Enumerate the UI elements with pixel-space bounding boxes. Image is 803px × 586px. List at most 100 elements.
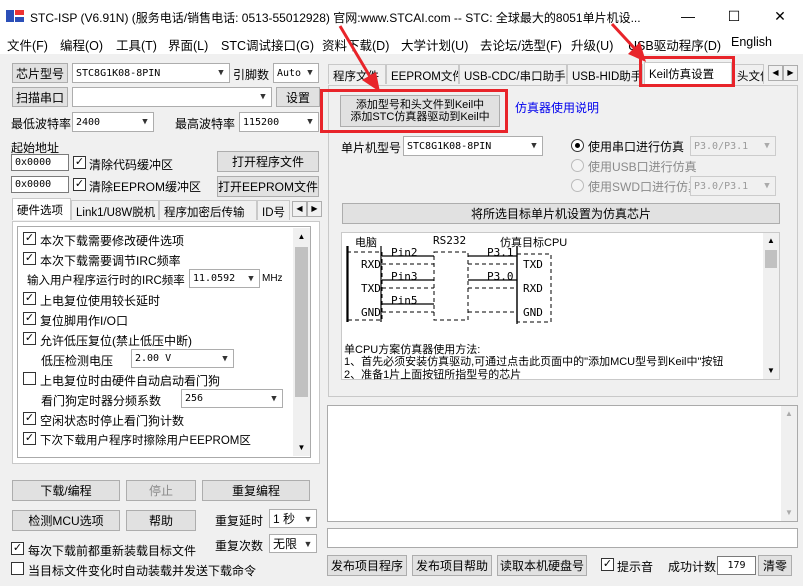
port-select[interactable]: ▼ bbox=[72, 87, 272, 107]
repeat-delay-select[interactable]: 1 秒 ▼ bbox=[269, 509, 317, 528]
tab-scroll-arrows[interactable]: ◀ ▶ bbox=[768, 65, 798, 81]
diagram-scrollbar[interactable]: ▲ ▼ bbox=[763, 233, 779, 379]
status-input[interactable] bbox=[327, 528, 798, 548]
download-program-button[interactable]: 下载/编程 bbox=[12, 480, 120, 501]
chevron-up-icon[interactable]: ▲ bbox=[781, 406, 797, 422]
max-baud-select[interactable]: 115200 ▼ bbox=[239, 112, 319, 132]
chip-model-value: STC8G1K08-8PIN bbox=[76, 67, 161, 79]
log-scrollbar[interactable]: ▲ ▼ bbox=[781, 406, 797, 521]
eeprom-address-input[interactable]: 0x0000 bbox=[11, 176, 69, 193]
min-baud-select[interactable]: 2400 ▼ bbox=[72, 112, 154, 132]
swd-emulation-radio[interactable] bbox=[571, 179, 584, 192]
publish-program-button[interactable]: 发布项目程序 bbox=[327, 555, 407, 576]
chevron-down-icon: ▼ bbox=[764, 141, 770, 151]
irc-select[interactable]: 11.0592 ▼ bbox=[189, 269, 260, 288]
help-button[interactable]: 帮助 bbox=[126, 510, 196, 531]
serial-emulation-radio[interactable] bbox=[571, 139, 584, 152]
tab-encrypted-transfer[interactable]: 程序加密后传输 bbox=[159, 200, 257, 220]
option-checkbox[interactable]: ✓ bbox=[23, 412, 36, 425]
read-disk-button[interactable]: 读取本机硬盘号 bbox=[497, 555, 587, 576]
chevron-down-icon[interactable]: ▼ bbox=[293, 439, 310, 456]
watchdog-select[interactable]: 256 ▼ bbox=[181, 389, 283, 408]
option-checkbox[interactable]: ✓ bbox=[23, 312, 36, 325]
tab-usb-cdc[interactable]: USB-CDC/串口助手 bbox=[459, 64, 567, 84]
tab-link1-offline[interactable]: Link1/U8W脱机 bbox=[71, 200, 159, 220]
repeat-delay-value: 1 秒 bbox=[273, 512, 296, 526]
minimize-button[interactable]: — bbox=[665, 0, 711, 32]
tab-scroll-arrows[interactable]: ◀ ▶ bbox=[292, 201, 322, 217]
option-label: 允许低压复位(禁止低压中断) bbox=[40, 334, 192, 348]
scrollbar-thumb[interactable] bbox=[295, 247, 308, 397]
low-voltage-select[interactable]: 2.00 V ▼ bbox=[131, 349, 234, 368]
option-checkbox[interactable]: ✓ bbox=[23, 232, 36, 245]
option-checkbox[interactable]: ✓ bbox=[23, 432, 36, 445]
pin-count-value: Auto bbox=[277, 67, 302, 79]
option-checkbox[interactable]: ✓ bbox=[23, 332, 36, 345]
menu-tools[interactable]: 工具(T) bbox=[116, 35, 157, 54]
repeat-program-button[interactable]: 重复编程 bbox=[202, 480, 310, 501]
open-eeprom-button[interactable]: 打开EEPROM文件 bbox=[217, 176, 319, 197]
settings-button[interactable]: 设置 bbox=[276, 87, 320, 107]
title-bar: STC-ISP (V6.91N) (服务电话/销售电话: 0513-550129… bbox=[0, 0, 803, 32]
reload-checkbox[interactable]: ✓ bbox=[11, 542, 24, 555]
menu-interface[interactable]: 界面(L) bbox=[168, 35, 208, 54]
tab-id-number[interactable]: ID号 bbox=[257, 200, 290, 220]
chevron-down-icon: ▼ bbox=[142, 117, 148, 127]
chip-model-select[interactable]: STC8G1K08-8PIN ▼ bbox=[72, 63, 230, 83]
option-checkbox[interactable]: ✓ bbox=[23, 292, 36, 305]
tab-header-file[interactable]: 头文件 bbox=[732, 64, 764, 84]
diagram-gnd: GND bbox=[361, 306, 381, 319]
auto-send-checkbox[interactable] bbox=[11, 562, 24, 575]
menu-debug[interactable]: STC调试接口(G) bbox=[221, 35, 314, 54]
chevron-left-icon[interactable]: ◀ bbox=[768, 65, 783, 81]
publish-help-button[interactable]: 发布项目帮助 bbox=[412, 555, 492, 576]
tab-hardware-options[interactable]: 硬件选项 bbox=[12, 198, 71, 220]
code-address-input[interactable]: 0x0000 bbox=[11, 154, 69, 171]
chevron-up-icon[interactable]: ▲ bbox=[763, 233, 779, 249]
low-voltage-value: 2.00 V bbox=[135, 353, 172, 364]
clear-count-button[interactable]: 清零 bbox=[758, 555, 792, 576]
clear-code-checkbox[interactable]: ✓ bbox=[73, 156, 86, 169]
serial-pins-select[interactable]: P3.0/P3.1 ▼ bbox=[690, 136, 776, 156]
chevron-down-icon[interactable]: ▼ bbox=[763, 363, 779, 379]
close-button[interactable]: ✕ bbox=[757, 0, 803, 32]
menu-university[interactable]: 大学计划(U) bbox=[401, 35, 468, 54]
detect-mcu-button[interactable]: 检测MCU选项 bbox=[12, 510, 120, 531]
clear-eeprom-checkbox[interactable]: ✓ bbox=[73, 178, 86, 191]
chevron-down-icon[interactable]: ▼ bbox=[781, 505, 797, 521]
menu-program[interactable]: 编程(O) bbox=[60, 35, 103, 54]
option-label: 空闲状态时停止看门狗计数 bbox=[40, 414, 185, 428]
tab-eeprom-file[interactable]: EEPROM文件 bbox=[386, 64, 459, 84]
pin-count-select[interactable]: Auto ▼ bbox=[273, 63, 319, 83]
set-emulator-chip-button[interactable]: 将所选目标单片机设置为仿真芯片 bbox=[342, 203, 780, 224]
watchdog-value: 256 bbox=[185, 393, 204, 404]
maximize-button[interactable]: ☐ bbox=[711, 0, 757, 32]
sound-checkbox[interactable]: ✓ bbox=[601, 558, 614, 571]
menu-forum[interactable]: 去论坛/选型(F) bbox=[480, 35, 562, 54]
tab-usb-hid[interactable]: USB-HID助手 bbox=[567, 64, 643, 84]
menu-upgrade[interactable]: 升级(U) bbox=[571, 35, 613, 54]
options-scrollbar[interactable]: ▲ ▼ bbox=[293, 228, 310, 456]
output-log[interactable] bbox=[327, 405, 798, 522]
low-voltage-label: 低压检测电压 bbox=[41, 354, 114, 368]
scan-port-button[interactable]: 扫描串口 bbox=[12, 87, 68, 107]
mcu-model-select[interactable]: STC8G1K08-8PIN ▼ bbox=[403, 136, 543, 156]
menu-file[interactable]: 文件(F) bbox=[7, 35, 48, 54]
open-program-button[interactable]: 打开程序文件 bbox=[217, 151, 319, 172]
emulator-guide-link[interactable]: 仿真器使用说明 bbox=[515, 99, 599, 116]
stop-button[interactable]: 停止 bbox=[126, 480, 196, 501]
chevron-down-icon: ▼ bbox=[303, 513, 313, 524]
chevron-right-icon[interactable]: ▶ bbox=[783, 65, 798, 81]
chevron-up-icon[interactable]: ▲ bbox=[293, 228, 310, 245]
repeat-count-select[interactable]: 无限 ▼ bbox=[269, 534, 317, 553]
menu-english[interactable]: English bbox=[731, 35, 772, 49]
repeat-count-label: 重复次数 bbox=[215, 539, 264, 553]
swd-pins-select[interactable]: P3.0/P3.1 ▼ bbox=[690, 176, 776, 196]
chevron-left-icon[interactable]: ◀ bbox=[292, 201, 307, 217]
chip-model-button[interactable]: 芯片型号 bbox=[12, 63, 68, 83]
option-checkbox[interactable] bbox=[23, 372, 36, 385]
usb-emulation-radio[interactable] bbox=[571, 159, 584, 172]
scrollbar-thumb[interactable] bbox=[765, 250, 777, 268]
chevron-right-icon[interactable]: ▶ bbox=[307, 201, 322, 217]
option-checkbox[interactable]: ✓ bbox=[23, 252, 36, 265]
